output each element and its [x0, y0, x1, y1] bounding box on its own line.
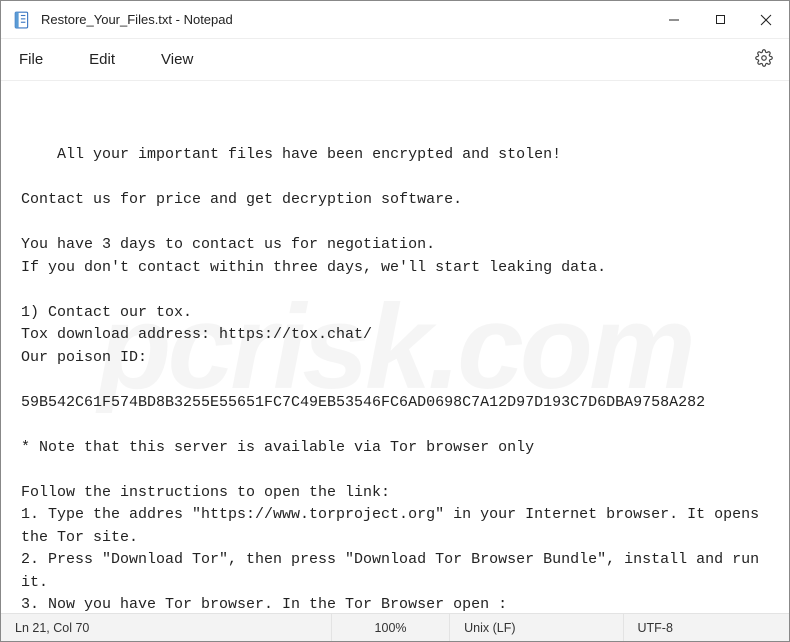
- menu-edit[interactable]: Edit: [83, 47, 121, 72]
- maximize-button[interactable]: [697, 1, 743, 38]
- notepad-icon: [13, 11, 31, 29]
- window-controls: [651, 1, 789, 38]
- status-zoom[interactable]: 100%: [332, 614, 450, 641]
- status-cursor-position: Ln 21, Col 70: [1, 614, 332, 641]
- titlebar[interactable]: Restore_Your_Files.txt - Notepad: [1, 1, 789, 39]
- window-title: Restore_Your_Files.txt - Notepad: [41, 12, 651, 27]
- minimize-button[interactable]: [651, 1, 697, 38]
- statusbar: Ln 21, Col 70 100% Unix (LF) UTF-8: [1, 613, 789, 641]
- menu-view[interactable]: View: [155, 47, 199, 72]
- close-button[interactable]: [743, 1, 789, 38]
- text-editor-area[interactable]: pcrisk.com All your important files have…: [1, 81, 789, 613]
- menubar: File Edit View: [1, 39, 789, 81]
- menu-file[interactable]: File: [13, 47, 49, 72]
- status-encoding: UTF-8: [624, 614, 790, 641]
- status-line-ending: Unix (LF): [450, 614, 623, 641]
- notepad-window: Restore_Your_Files.txt - Notepad File Ed…: [0, 0, 790, 642]
- document-text: All your important files have been encry…: [21, 146, 768, 613]
- settings-button[interactable]: [751, 45, 777, 75]
